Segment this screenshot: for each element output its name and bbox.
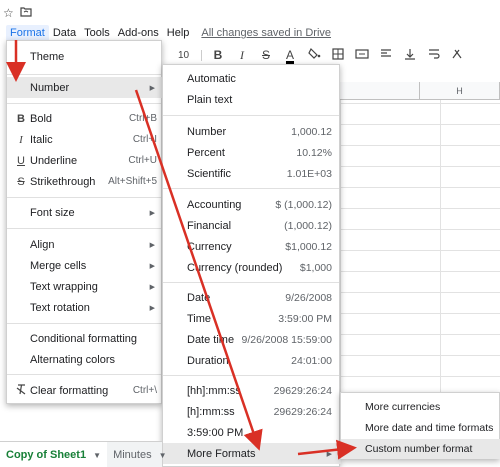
number-menu-custom-time[interactable]: 3:59:00 PM — [163, 422, 341, 443]
align-icon[interactable] — [378, 48, 394, 62]
submenu-arrow-icon: ▶ — [326, 450, 332, 458]
number-menu-currency-rounded[interactable]: Currency (rounded) $1,000 — [163, 257, 341, 278]
format-menu-strikethrough[interactable]: S Strikethrough Alt+Shift+5 — [7, 171, 163, 192]
bold-icon: B — [17, 112, 25, 125]
format-menu-align[interactable]: Align ▶ — [7, 234, 163, 255]
underline-icon: U — [17, 154, 25, 167]
caret-down-icon[interactable]: ▼ — [93, 451, 101, 460]
submenu-arrow-icon: ▶ — [149, 209, 155, 217]
menu-divider — [163, 282, 339, 283]
number-menu-accounting[interactable]: Accounting $ (1,000.12) — [163, 194, 341, 215]
more-formats-more-currencies[interactable]: More currencies — [341, 397, 500, 417]
font-size-select[interactable]: 10 — [160, 49, 202, 61]
number-menu-automatic[interactable]: Automatic — [163, 68, 341, 89]
menu-help[interactable]: Help — [163, 25, 194, 41]
number-menu-more-formats[interactable]: More Formats ▶ — [163, 443, 341, 464]
submenu-arrow-icon: ▶ — [149, 262, 155, 270]
text-wrapping-icon[interactable] — [426, 48, 442, 63]
menu-divider — [7, 103, 161, 104]
menu-data[interactable]: Data — [49, 25, 80, 41]
format-menu-text-wrapping[interactable]: Text wrapping ▶ — [7, 276, 163, 297]
vertical-align-icon[interactable] — [402, 48, 418, 63]
format-menu-conditional-formatting[interactable]: Conditional formatting — [7, 328, 163, 349]
folder-icon[interactable] — [20, 6, 32, 20]
column-header-row: H — [340, 82, 500, 100]
format-menu-text-rotation[interactable]: Text rotation ▶ — [7, 297, 163, 318]
borders-icon[interactable] — [330, 47, 346, 63]
format-menu-bold[interactable]: B Bold Ctrl+B — [7, 108, 163, 129]
submenu-arrow-icon: ▶ — [149, 283, 155, 291]
sheet-tabs-bar: Copy of Sheet1 ▼ Minutes ▼ — [0, 441, 167, 467]
menu-divider — [7, 374, 161, 375]
caret-down-icon[interactable]: ▼ — [159, 451, 167, 460]
merge-cells-icon[interactable] — [354, 48, 370, 62]
number-menu-duration[interactable]: Duration 24:01:00 — [163, 350, 341, 371]
italic-icon: I — [19, 133, 23, 146]
menu-add-ons[interactable]: Add-ons — [114, 25, 163, 41]
format-menu-theme[interactable]: Theme — [7, 46, 163, 67]
menu-divider — [7, 228, 161, 229]
star-icon[interactable]: ☆ — [3, 6, 14, 20]
menu-divider — [7, 74, 161, 75]
bold-button[interactable]: B — [210, 48, 226, 62]
submenu-arrow-icon: ▶ — [149, 241, 155, 249]
sheet-tab-copy-of-sheet1[interactable]: Copy of Sheet1 ▼ — [0, 441, 108, 467]
strikethrough-icon: S — [17, 175, 25, 188]
format-menu-merge-cells[interactable]: Merge cells ▶ — [7, 255, 163, 276]
number-menu-plain-text[interactable]: Plain text — [163, 89, 341, 110]
fill-color-icon[interactable] — [306, 47, 322, 63]
sheet-grid[interactable] — [340, 82, 500, 412]
italic-button[interactable]: I — [234, 48, 250, 63]
menu-divider — [7, 197, 161, 198]
text-rotation-icon[interactable] — [450, 48, 466, 63]
menu-divider — [163, 188, 339, 189]
format-menu-font-size[interactable]: Font size ▶ — [7, 202, 163, 223]
menu-tools[interactable]: Tools — [80, 25, 114, 41]
strikethrough-button[interactable]: S — [258, 48, 274, 62]
save-status-link[interactable]: All changes saved in Drive — [201, 27, 331, 39]
menu-divider — [163, 375, 339, 376]
submenu-arrow-icon: ▶ — [149, 84, 155, 92]
more-formats-custom-number-format[interactable]: Custom number format — [341, 439, 500, 459]
format-menu-italic[interactable]: I Italic Ctrl+I — [7, 129, 163, 150]
number-menu-percent[interactable]: Percent 10.12% — [163, 142, 341, 163]
number-menu-scientific[interactable]: Scientific 1.01E+03 — [163, 163, 341, 184]
number-menu-date-time[interactable]: Date time 9/26/2008 15:59:00 — [163, 329, 341, 350]
number-menu-date[interactable]: Date 9/26/2008 — [163, 287, 341, 308]
menu-divider — [7, 323, 161, 324]
sheet-tab-minutes[interactable]: Minutes ▼ — [107, 442, 173, 467]
more-formats-date-time[interactable]: More date and time formats — [341, 418, 500, 438]
number-menu-time[interactable]: Time 3:59:00 PM — [163, 308, 341, 329]
number-menu-custom-h-mm-ss[interactable]: [h]:mm:ss 29629:26:24 — [163, 401, 341, 422]
number-menu-number[interactable]: Number 1,000.12 — [163, 121, 341, 142]
top-icons: ☆ — [3, 6, 32, 20]
format-menu-alternating-colors[interactable]: Alternating colors — [7, 349, 163, 370]
clear-formatting-icon — [14, 383, 28, 398]
format-menu-clear-formatting[interactable]: Clear formatting Ctrl+\ — [7, 380, 163, 401]
number-format-menu: Automatic Plain text Number 1,000.12 Per… — [162, 64, 341, 467]
format-menu-number[interactable]: Number ▶ — [7, 77, 163, 98]
format-menu: Theme Number ▶ B Bold Ctrl+B I Italic Ct… — [6, 40, 163, 404]
number-menu-financial[interactable]: Financial (1,000.12) — [163, 215, 341, 236]
number-menu-currency[interactable]: Currency $1,000.12 — [163, 236, 341, 257]
menu-divider — [163, 115, 339, 116]
column-header-h[interactable]: H — [420, 82, 500, 99]
submenu-arrow-icon: ▶ — [149, 304, 155, 312]
more-formats-menu: More currencies More date and time forma… — [340, 392, 500, 459]
format-menu-underline[interactable]: U Underline Ctrl+U — [7, 150, 163, 171]
text-color-button[interactable]: A — [282, 48, 298, 62]
number-menu-custom-hh-mm-ss[interactable]: [hh]:mm:ss 29629:26:24 — [163, 380, 341, 401]
menu-format[interactable]: Format — [6, 25, 49, 41]
